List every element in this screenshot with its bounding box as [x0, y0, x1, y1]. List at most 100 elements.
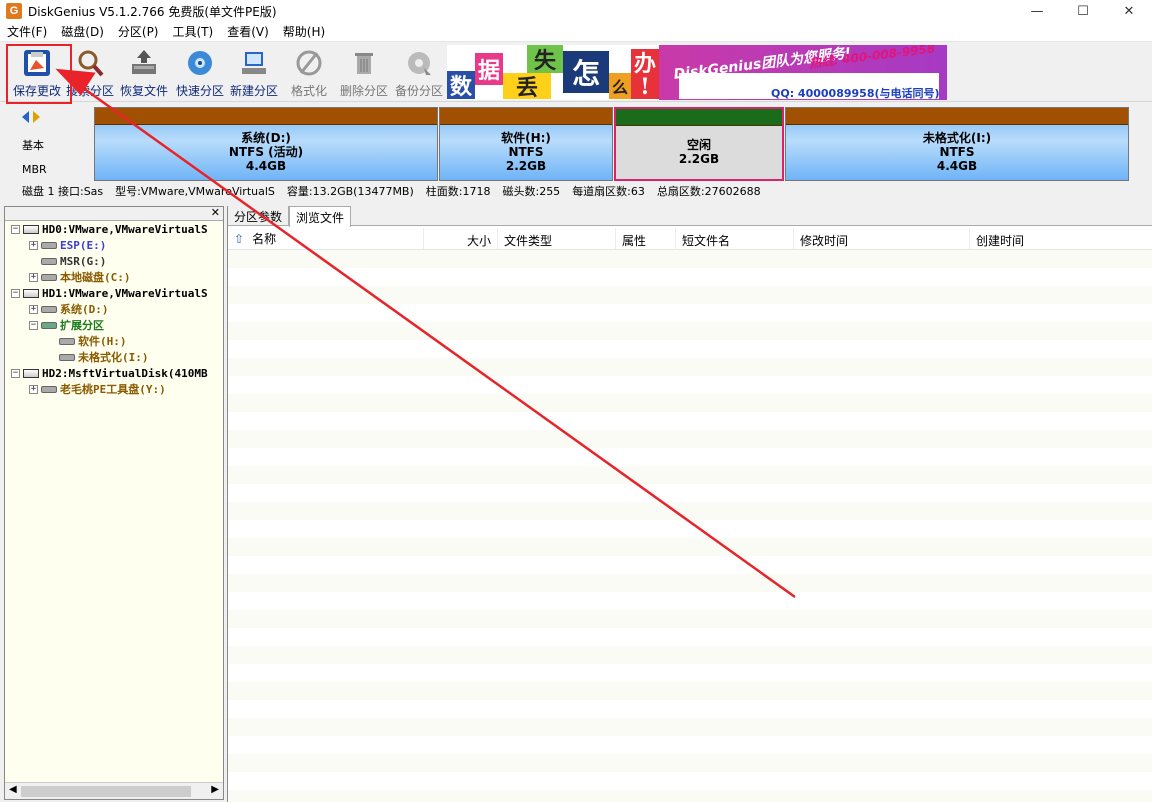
menu-bar: 文件(F) 磁盘(D) 分区(P) 工具(T) 查看(V) 帮助(H)	[0, 22, 1152, 42]
partition-name: 空闲	[686, 138, 711, 152]
tree-partition-node[interactable]: 未格式化(I:)	[5, 349, 223, 365]
tree-node-label: 未格式化(I:)	[78, 351, 149, 364]
disk-sectors-per-track: 每道扇区数:63	[572, 185, 645, 198]
tree-node-label: 老毛桃PE工具盘(Y:)	[60, 383, 166, 396]
banner-strip: DiskGenius团队为您服务! 热线: 400-008-9958 QQ: 4…	[659, 45, 947, 100]
disk-capacity: 容量:13.2GB(13477MB)	[286, 185, 414, 198]
hard-disk-icon	[23, 224, 39, 234]
format-label: 格式化	[290, 84, 327, 98]
next-disk-icon[interactable]	[33, 111, 40, 123]
expand-icon[interactable]: +	[29, 240, 38, 250]
new-partition-label: 新建分区	[229, 84, 278, 98]
minimize-button[interactable]: —	[1014, 0, 1060, 22]
disk-tree-panel: ✕ − HD0:VMware,VMwareVirtualS + ESP(E:) MSR(…	[4, 206, 224, 800]
partition-fs: NTFS (活动)	[228, 145, 304, 159]
trash-icon	[347, 46, 381, 80]
menu-partition[interactable]: 分区(P)	[111, 23, 166, 40]
search-partition-label: 搜索分区	[65, 84, 114, 98]
delete-partition-button[interactable]: 删除分区	[336, 46, 392, 100]
horizontal-scrollbar[interactable]: ◀ ▶	[5, 782, 223, 799]
banner-tile: 据	[475, 53, 503, 85]
quick-partition-button[interactable]: 快速分区	[172, 46, 228, 100]
expand-icon[interactable]: +	[29, 384, 38, 394]
support-banner[interactable]: 数 据 丢 失 怎 么 办 ! DiskGenius团队为您服务! 热线: 40…	[447, 45, 947, 100]
expand-icon[interactable]: +	[29, 272, 38, 282]
tree-node-label: 扩展分区	[60, 319, 104, 332]
maximize-button[interactable]: ☐	[1060, 0, 1106, 22]
hard-disk-icon	[23, 288, 39, 298]
restore-files-button[interactable]: 恢复文件	[116, 46, 172, 100]
tree-node-label: 系统(D:)	[60, 303, 109, 316]
tree-partition-node[interactable]: + 本地磁盘(C:)	[5, 269, 223, 285]
menu-help[interactable]: 帮助(H)	[276, 23, 332, 40]
column-short-name[interactable]: 短文件名	[676, 228, 794, 249]
disk-map: 基本 MBR 系统(D:) NTFS (活动) 4.4GB 软件(H:) NTFS 2.…	[0, 103, 1152, 203]
highlight-box	[6, 44, 72, 104]
disk-model: 型号:VMware,VMwareVirtualS	[115, 185, 275, 198]
format-button[interactable]: 格式化	[281, 46, 337, 100]
column-size[interactable]: 大小	[424, 228, 498, 249]
restore-files-label: 恢复文件	[119, 84, 168, 98]
banner-tile: 么	[609, 73, 631, 99]
partition-icon	[59, 337, 75, 345]
delete-partition-label: 删除分区	[339, 84, 388, 98]
banner-tile: 丢	[503, 73, 551, 100]
partition-block-system[interactable]: 系统(D:) NTFS (活动) 4.4GB	[94, 107, 438, 181]
collapse-icon[interactable]: −	[11, 368, 20, 378]
column-attributes[interactable]: 属性	[616, 228, 676, 249]
partition-icon	[59, 353, 75, 361]
banner-tile: 数	[447, 71, 475, 100]
tree-node-label: HD1:VMware,VMwareVirtualS	[42, 286, 208, 300]
quick-partition-label: 快速分区	[175, 84, 224, 98]
column-name[interactable]: ⇧ 名称	[228, 228, 424, 249]
backup-icon	[402, 46, 436, 80]
menu-disk[interactable]: 磁盘(D)	[54, 23, 111, 40]
collapse-icon[interactable]: −	[29, 320, 38, 330]
disk-heads: 磁头数:255	[502, 185, 561, 198]
close-button[interactable]: ✕	[1106, 0, 1152, 22]
tab-browse-files[interactable]: 浏览文件	[289, 206, 352, 227]
tree-disk-node[interactable]: − HD2:MsftVirtualDisk(410MB	[5, 365, 223, 381]
new-partition-button[interactable]: 新建分区	[226, 46, 282, 100]
tree-disk-node[interactable]: − HD1:VMware,VMwareVirtualS	[5, 285, 223, 301]
partition-table-label: MBR	[22, 163, 47, 176]
partition-block-software[interactable]: 软件(H:) NTFS 2.2GB	[439, 107, 613, 181]
tree-partition-node[interactable]: + 老毛桃PE工具盘(Y:)	[5, 381, 223, 397]
magnifier-icon	[73, 46, 107, 80]
tree-partition-node[interactable]: + 系统(D:)	[5, 301, 223, 317]
disk-cylinders: 柱面数:1718	[425, 185, 491, 198]
expand-icon[interactable]: +	[29, 304, 38, 314]
backup-partition-label: 备份分区	[394, 84, 443, 98]
partition-block-free[interactable]: 空闲 2.2GB	[614, 107, 784, 181]
column-created-time[interactable]: 创建时间	[970, 228, 1152, 249]
column-name-label: 名称	[252, 232, 277, 246]
partition-name: 系统(D:)	[241, 131, 291, 145]
tree-disk-node[interactable]: − HD0:VMware,VMwareVirtualS	[5, 221, 223, 237]
tab-partition-params[interactable]: 分区参数	[228, 206, 290, 225]
up-folder-icon[interactable]: ⇧	[234, 232, 244, 246]
partition-name: 软件(H:)	[501, 131, 551, 145]
disk-interface: 磁盘 1 接口:Sas	[22, 185, 104, 198]
tree-partition-node[interactable]: 软件(H:)	[5, 333, 223, 349]
tree-partition-node[interactable]: − 扩展分区	[5, 317, 223, 333]
column-modified-time[interactable]: 修改时间	[794, 228, 970, 249]
menu-file[interactable]: 文件(F)	[0, 23, 54, 40]
quick-partition-icon	[183, 46, 217, 80]
menu-tools[interactable]: 工具(T)	[166, 23, 221, 40]
collapse-icon[interactable]: −	[11, 288, 20, 298]
column-file-type[interactable]: 文件类型	[498, 228, 616, 249]
collapse-icon[interactable]: −	[11, 224, 20, 234]
disk-type-label: 基本	[22, 139, 44, 152]
partition-block-unformatted[interactable]: 未格式化(I:) NTFS 4.4GB	[785, 107, 1129, 181]
banner-tile: 办	[631, 49, 659, 77]
tree-partition-node[interactable]: + ESP(E:)	[5, 237, 223, 253]
file-list[interactable]	[228, 250, 1152, 802]
backup-partition-button[interactable]: 备份分区	[391, 46, 447, 100]
partition-icon	[41, 257, 57, 265]
hard-disk-icon	[23, 368, 39, 378]
prev-disk-icon[interactable]	[22, 111, 29, 123]
format-icon	[292, 46, 326, 80]
close-panel-icon[interactable]: ✕	[211, 206, 220, 219]
tree-partition-node[interactable]: MSR(G:)	[5, 253, 223, 269]
menu-view[interactable]: 查看(V)	[220, 23, 276, 40]
